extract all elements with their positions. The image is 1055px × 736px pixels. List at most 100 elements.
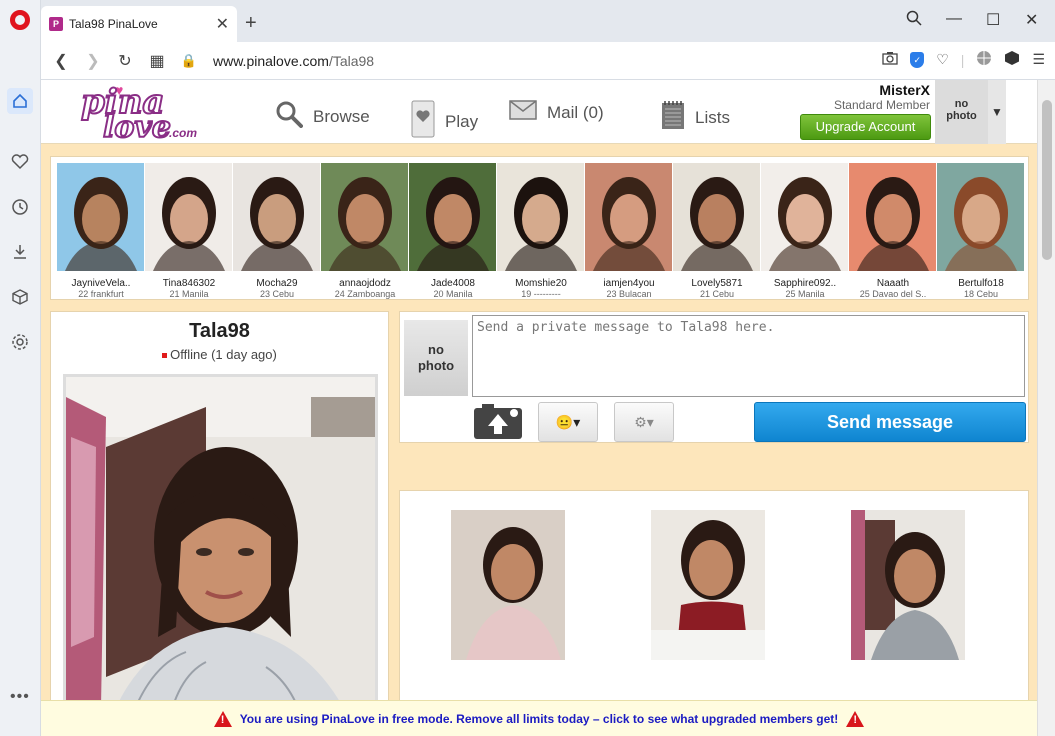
member-photo[interactable] <box>497 163 584 271</box>
scrollbar-thumb[interactable] <box>1042 100 1052 260</box>
logo-word-love: love <box>102 109 172 146</box>
nav-lists-label: Lists <box>695 107 730 127</box>
url-field[interactable]: www.pinalove.com/Tala98 <box>213 53 374 69</box>
bookmark-heart-icon[interactable]: ♡ <box>936 51 949 68</box>
vpn-shield-icon[interactable]: ✓ <box>910 51 925 68</box>
member-photo[interactable] <box>321 163 408 271</box>
nav-play[interactable]: Play <box>411 100 478 143</box>
camera-icon[interactable] <box>882 51 898 68</box>
cube-icon[interactable] <box>1004 50 1020 69</box>
pinalove-logo[interactable]: ♥ pina love .com <box>80 82 211 146</box>
membership-tier: Standard Member <box>833 98 930 112</box>
nav-browse-label: Browse <box>313 106 370 126</box>
member-card[interactable]: Momshie20 19 --------- <box>497 163 585 299</box>
member-card[interactable]: Lovely5871 21 Cebu <box>673 163 761 299</box>
member-location: 20 Manila <box>433 289 473 299</box>
member-card[interactable]: Tina846302 21 Manila <box>145 163 233 299</box>
member-photo[interactable] <box>673 163 760 271</box>
member-username[interactable]: Jade4008 <box>409 278 497 289</box>
more-options-icon[interactable]: ••• <box>10 688 30 706</box>
minimize-icon[interactable]: — <box>946 10 962 28</box>
member-username[interactable]: Naaath <box>849 278 937 289</box>
page-scrollbar[interactable] <box>1037 80 1055 736</box>
member-username[interactable]: JayniveVela.. <box>57 278 145 289</box>
member-card[interactable]: Naaath 25 Davao del S.. <box>849 163 937 299</box>
member-card[interactable]: annaojdodz 24 Zamboanga <box>321 163 409 299</box>
user-info: MisterX Standard Member <box>834 82 930 112</box>
member-card[interactable]: Jade4008 20 Manila <box>409 163 497 299</box>
browser-sidebar: ••• <box>0 0 41 736</box>
emoji-picker-button[interactable]: 😐▾ <box>538 402 598 442</box>
browser-tab[interactable]: P Tala98 PinaLove ✕ <box>41 6 237 42</box>
reload-icon[interactable]: ↻ <box>109 51 141 71</box>
message-textarea[interactable] <box>472 315 1025 397</box>
warning-icon <box>213 710 232 727</box>
settings-gear-icon[interactable] <box>8 330 32 354</box>
member-card[interactable]: Bertulfo18 18 Cebu <box>937 163 1025 299</box>
member-username[interactable]: iamjen4you <box>585 278 673 289</box>
member-username[interactable]: Bertulfo18 <box>937 278 1025 289</box>
private-message-panel: no photo 😐▾ ⚙▾ Send message <box>399 311 1029 443</box>
card-heart-icon <box>411 100 435 143</box>
member-photo[interactable] <box>57 163 144 271</box>
member-card[interactable]: Sapphire092.. 25 Manila <box>761 163 849 299</box>
home-icon[interactable] <box>7 88 33 114</box>
nav-mail[interactable]: Mail (0) <box>509 100 604 125</box>
member-photo[interactable] <box>761 163 848 271</box>
member-card[interactable]: Mocha29 23 Cebu <box>233 163 321 299</box>
search-tabs-icon[interactable] <box>906 10 922 31</box>
opera-logo-icon[interactable] <box>10 10 30 30</box>
back-icon[interactable]: ❮ <box>45 51 77 71</box>
nav-lists[interactable]: Lists <box>661 100 730 135</box>
member-location: 19 --------- <box>521 289 561 299</box>
tab-close-icon[interactable]: ✕ <box>216 14 229 34</box>
downloads-icon[interactable] <box>8 240 32 264</box>
history-icon[interactable] <box>8 195 32 219</box>
tab-title: Tala98 PinaLove <box>69 17 158 31</box>
member-username[interactable]: Sapphire092.. <box>761 278 849 289</box>
profile-main-photo[interactable] <box>63 374 378 736</box>
easy-setup-icon[interactable]: ☰ <box>1032 51 1045 68</box>
pinalove-favicon-icon: P <box>49 17 63 31</box>
member-photo[interactable] <box>937 163 1024 271</box>
no-photo-line2: photo <box>417 358 455 373</box>
close-window-icon[interactable]: ✕ <box>1025 10 1038 30</box>
message-settings-button[interactable]: ⚙▾ <box>614 402 674 442</box>
username-label[interactable]: MisterX <box>834 82 930 98</box>
free-mode-banner[interactable]: You are using PinaLove in free mode. Rem… <box>41 700 1037 736</box>
gallery-photo[interactable] <box>651 510 765 660</box>
tab-grid-icon[interactable]: ▦ <box>141 51 173 71</box>
heart-icon[interactable] <box>8 150 32 174</box>
member-username[interactable]: Lovely5871 <box>673 278 761 289</box>
profile-card: Tala98 Offline (1 day ago) <box>50 311 389 736</box>
gallery-photo[interactable] <box>851 510 965 660</box>
address-bar: ❮ ❯ ↻ ▦ 🔒 www.pinalove.com/Tala98 ✓ ♡ | … <box>41 42 1055 80</box>
member-location: 25 Manila <box>785 289 825 299</box>
maximize-icon[interactable]: ☐ <box>986 10 1000 30</box>
send-message-button[interactable]: Send message <box>754 402 1026 442</box>
forward-icon[interactable]: ❯ <box>77 51 109 71</box>
lock-icon: 🔒 <box>180 52 198 68</box>
member-username[interactable]: Mocha29 <box>233 278 321 289</box>
profile-username: Tala98 <box>189 320 250 342</box>
member-photo[interactable] <box>585 163 672 271</box>
member-username[interactable]: Tina846302 <box>145 278 233 289</box>
member-card[interactable]: JayniveVela.. 22 frankfurt <box>57 163 145 299</box>
member-photo[interactable] <box>849 163 936 271</box>
member-photo[interactable] <box>409 163 496 271</box>
nav-browse[interactable]: Browse <box>275 100 370 133</box>
member-card[interactable]: iamjen4you 23 Bulacan <box>585 163 673 299</box>
nav-play-label: Play <box>445 111 479 131</box>
new-tab-icon[interactable]: + <box>245 12 257 35</box>
globe-icon[interactable] <box>976 50 992 69</box>
gallery-photo[interactable] <box>451 510 565 660</box>
user-menu-caret-icon[interactable]: ▼ <box>988 80 1006 144</box>
extensions-cube-icon[interactable] <box>8 285 32 309</box>
upload-photo-button[interactable] <box>474 404 522 439</box>
upgrade-account-button[interactable]: Upgrade Account <box>800 114 931 140</box>
member-username[interactable]: Momshie20 <box>497 278 585 289</box>
member-photo[interactable] <box>145 163 232 271</box>
member-photo[interactable] <box>233 163 320 271</box>
user-avatar-placeholder[interactable]: no photo <box>935 80 988 144</box>
member-username[interactable]: annaojdodz <box>321 278 409 289</box>
